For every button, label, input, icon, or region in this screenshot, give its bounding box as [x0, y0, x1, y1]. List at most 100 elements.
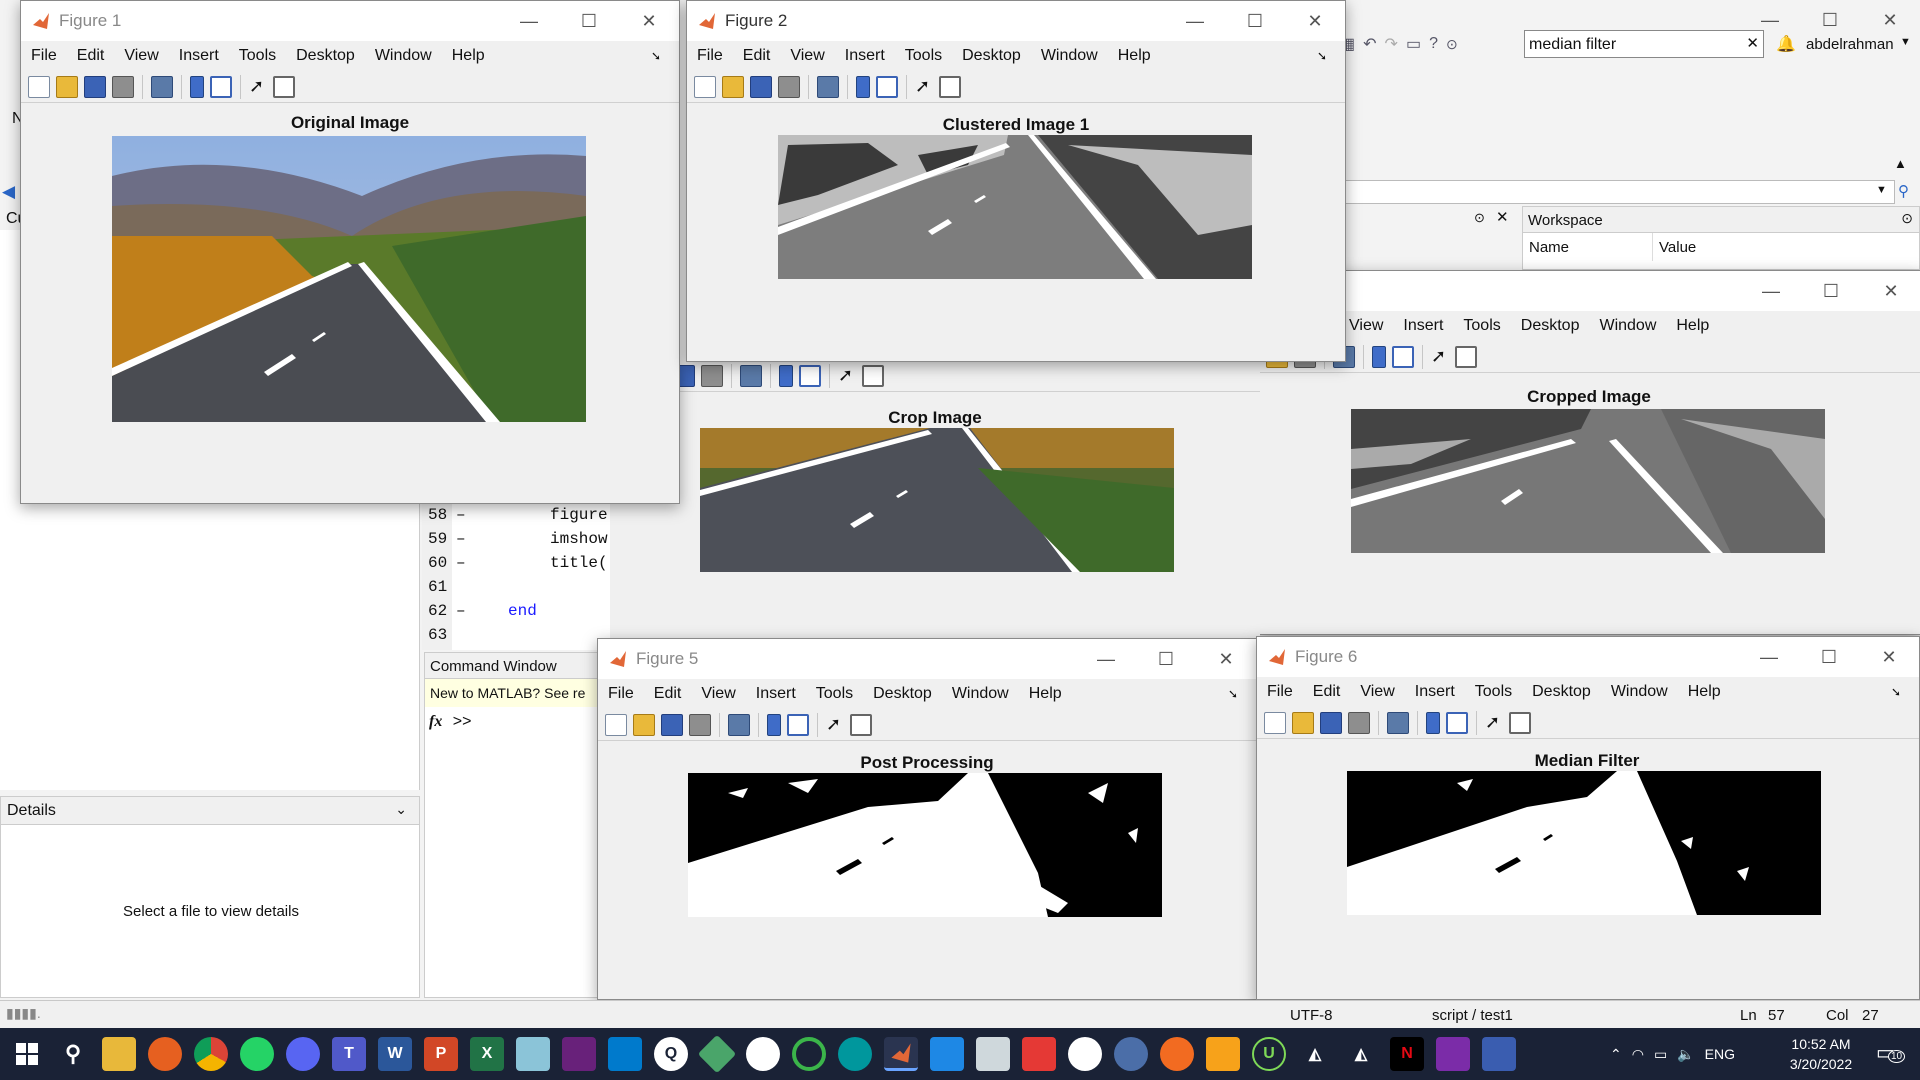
colorbar-icon[interactable] [190, 75, 204, 98]
file-explorer-icon[interactable] [102, 1037, 136, 1071]
arduino-icon[interactable] [838, 1037, 872, 1071]
close-button[interactable]: ✕ [1196, 639, 1256, 679]
figure-1-titlebar[interactable]: Figure 1 — ☐ ✕ [21, 1, 679, 41]
menu-help[interactable]: Help [1118, 47, 1151, 65]
code-line[interactable]: 58– figure [428, 506, 618, 530]
property-editor-icon[interactable] [273, 75, 295, 98]
new-figure-icon[interactable] [28, 75, 50, 98]
link-plot-icon[interactable] [151, 75, 173, 98]
discord-icon[interactable] [286, 1037, 320, 1071]
excel-icon[interactable]: X [470, 1037, 504, 1071]
help-icon[interactable]: ? [1429, 35, 1438, 53]
details-header[interactable]: Details ⌄ [1, 797, 419, 825]
git-icon[interactable] [697, 1034, 737, 1074]
colorbar-icon[interactable] [779, 364, 793, 387]
print-icon[interactable] [689, 713, 711, 736]
menu-file[interactable]: File [697, 47, 723, 65]
link-plot-icon[interactable] [817, 75, 839, 98]
chrome-icon[interactable] [194, 1037, 228, 1071]
menu-tools[interactable]: Tools [816, 685, 853, 703]
menu-view[interactable]: View [1349, 317, 1383, 335]
link-plot-icon[interactable] [728, 713, 750, 736]
legend-icon[interactable] [210, 75, 232, 98]
print-icon[interactable] [701, 364, 723, 387]
app-orange2-icon[interactable] [1206, 1037, 1240, 1071]
edit-plot-arrow-icon[interactable]: ➚ [826, 714, 844, 736]
menu-desktop[interactable]: Desktop [1532, 683, 1591, 701]
legend-icon[interactable] [1446, 711, 1468, 734]
edit-plot-arrow-icon[interactable]: ➚ [1431, 346, 1449, 368]
back-arrow-icon[interactable]: ◀ [2, 182, 15, 202]
browse-search-icon[interactable]: ⚲ [1898, 182, 1909, 200]
powerpoint-icon[interactable]: P [424, 1037, 458, 1071]
volume-icon[interactable]: 🔈 [1677, 1046, 1694, 1063]
menu-insert[interactable]: Insert [1403, 317, 1443, 335]
new-figure-icon[interactable] [694, 75, 716, 98]
print-icon[interactable] [778, 75, 800, 98]
edit-plot-arrow-icon[interactable]: ➚ [915, 76, 933, 98]
app-orange-icon[interactable] [1160, 1037, 1194, 1071]
menu-tools[interactable]: Tools [239, 47, 276, 65]
unity-icon[interactable]: ◭ [1298, 1037, 1332, 1071]
netflix-icon[interactable]: N [1390, 1037, 1424, 1071]
app-q-icon[interactable]: Q [654, 1037, 688, 1071]
property-editor-icon[interactable] [939, 75, 961, 98]
minimize-button[interactable]: — [1740, 0, 1800, 40]
close-button[interactable]: ✕ [1859, 637, 1919, 677]
property-editor-icon[interactable] [1455, 345, 1477, 368]
menu-window[interactable]: Window [952, 685, 1009, 703]
minimize-button[interactable]: — [1076, 639, 1136, 679]
browser-app-icon[interactable] [1114, 1037, 1148, 1071]
fx-icon[interactable]: fx [429, 713, 442, 730]
link-plot-icon[interactable] [1387, 711, 1409, 734]
chevron-down-icon[interactable]: ⌄ [395, 801, 407, 818]
community-icon[interactable]: ⊙ [1446, 36, 1458, 53]
media-app-icon[interactable] [1436, 1037, 1470, 1071]
property-editor-icon[interactable] [850, 713, 872, 736]
collapse-toolstrip-icon[interactable]: ▲ [1894, 156, 1907, 171]
github-icon[interactable] [746, 1037, 780, 1071]
search-box[interactable]: median filter ✕ [1524, 30, 1764, 58]
colorbar-icon[interactable] [767, 713, 781, 736]
restore-button[interactable]: ☐ [1800, 0, 1860, 40]
dock-arrow-icon[interactable]: ➘ [1317, 49, 1327, 63]
legend-icon[interactable] [799, 364, 821, 387]
menu-help[interactable]: Help [452, 47, 485, 65]
circle-app-icon[interactable] [792, 1037, 826, 1071]
menu-edit[interactable]: Edit [743, 47, 771, 65]
workspace-col-value[interactable]: Value [1653, 233, 1783, 261]
menu-desktop[interactable]: Desktop [962, 47, 1021, 65]
menu-window[interactable]: Window [375, 47, 432, 65]
menu-file[interactable]: File [608, 685, 634, 703]
menu-view[interactable]: View [1360, 683, 1394, 701]
menu-tools[interactable]: Tools [905, 47, 942, 65]
open-icon[interactable] [633, 713, 655, 736]
redo-icon[interactable]: ↷ [1385, 34, 1398, 54]
search-input[interactable]: median filter [1529, 36, 1616, 54]
edit-plot-arrow-icon[interactable]: ➚ [249, 76, 267, 98]
app-red-icon[interactable] [1022, 1037, 1056, 1071]
menu-file[interactable]: File [31, 47, 57, 65]
itunes-icon[interactable] [1068, 1037, 1102, 1071]
dock-arrow-icon[interactable]: ➘ [651, 49, 661, 63]
menu-insert[interactable]: Insert [845, 47, 885, 65]
property-editor-icon[interactable] [862, 364, 884, 387]
save-icon[interactable] [750, 75, 772, 98]
menu-insert[interactable]: Insert [756, 685, 796, 703]
menu-desktop[interactable]: Desktop [873, 685, 932, 703]
code-line[interactable]: 59– imshow [428, 530, 618, 554]
close-button[interactable]: ✕ [1861, 271, 1920, 311]
new-figure-icon[interactable] [605, 713, 627, 736]
menu-insert[interactable]: Insert [179, 47, 219, 65]
language-indicator[interactable]: ENG [1705, 1046, 1735, 1062]
code-line[interactable]: 63 [428, 626, 618, 650]
matlab-taskbar-icon[interactable] [884, 1037, 918, 1071]
edit-plot-arrow-icon[interactable]: ➚ [838, 365, 856, 387]
command-notice[interactable]: New to MATLAB? See re [425, 679, 603, 707]
battery-icon[interactable]: ▭ [1654, 1046, 1667, 1063]
search-icon[interactable]: ⚲ [56, 1037, 90, 1071]
address-dropdown-icon[interactable]: ▼ [1876, 184, 1887, 196]
menu-view[interactable]: View [124, 47, 158, 65]
wifi-icon[interactable]: ◠ [1632, 1046, 1644, 1063]
menu-window[interactable]: Window [1041, 47, 1098, 65]
